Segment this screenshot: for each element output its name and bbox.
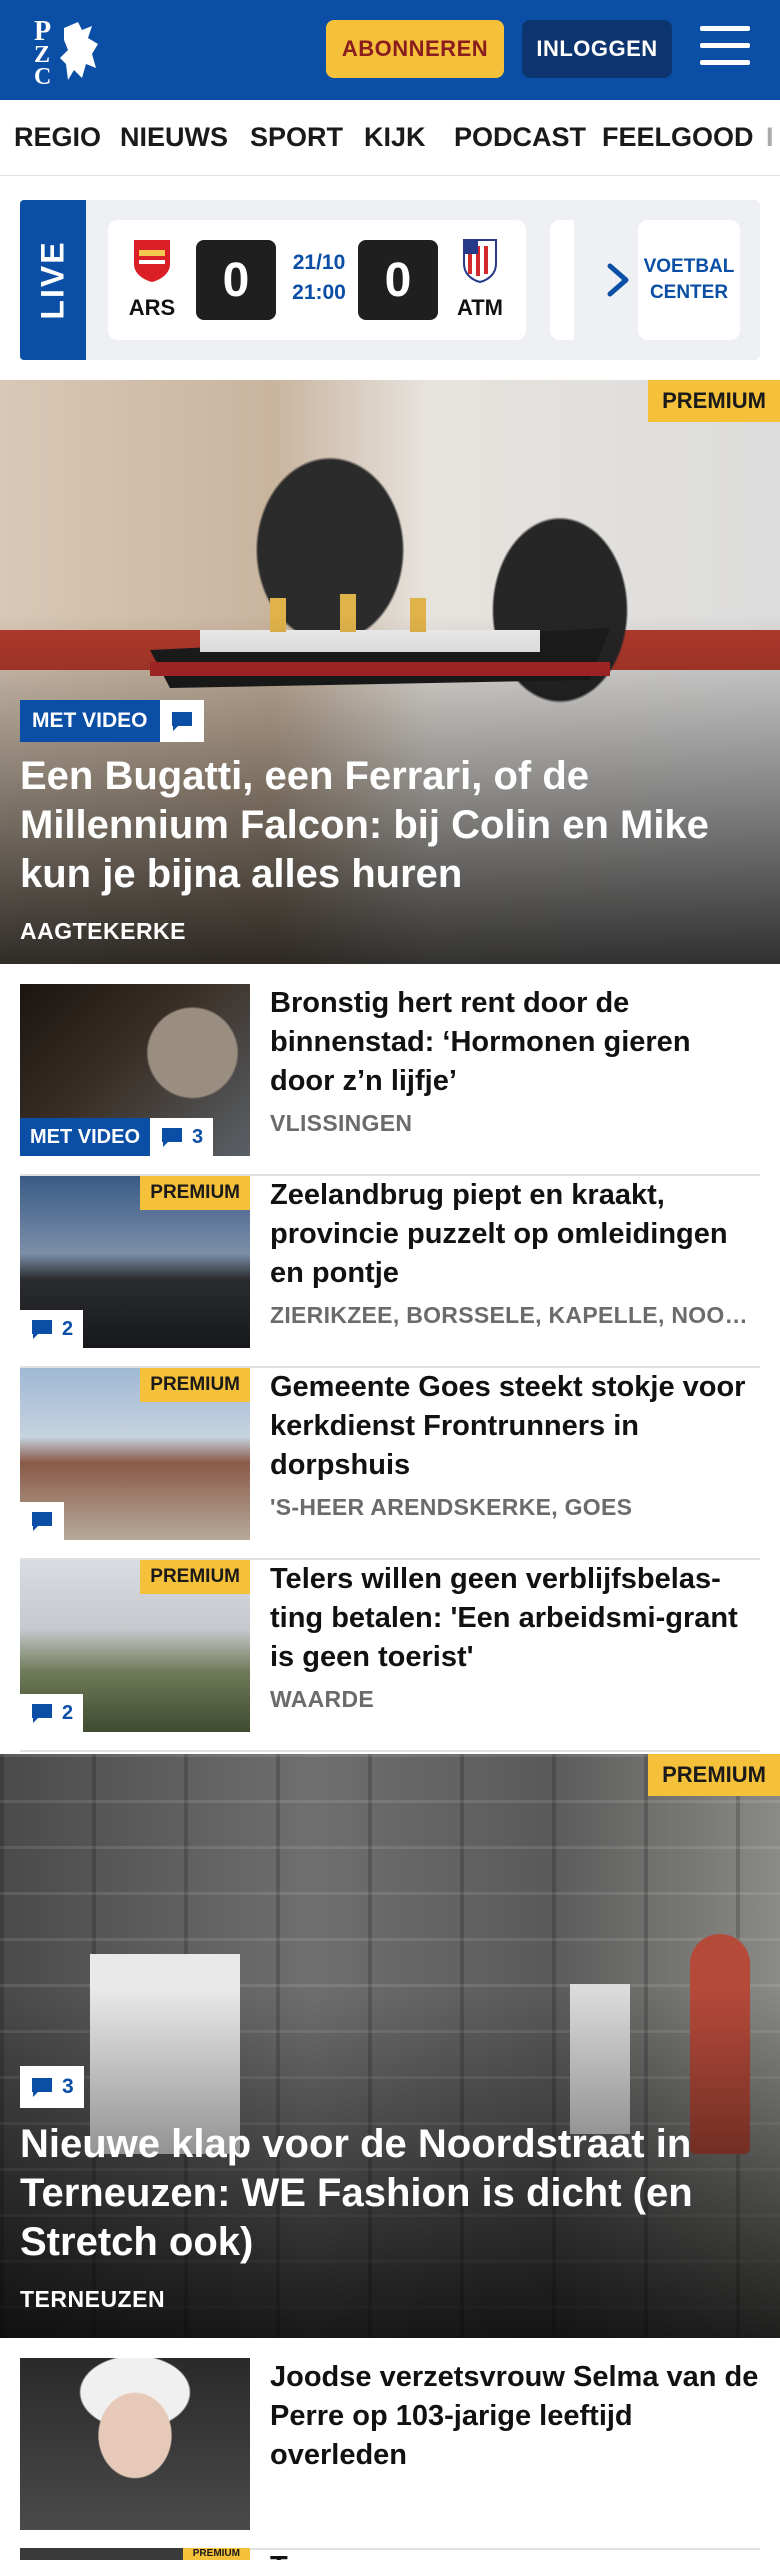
next-match-card[interactable] (550, 220, 574, 340)
article-thumbnail (20, 2358, 250, 2530)
list-item[interactable]: Joodse verzetsvrouw Selma van de Perre o… (20, 2358, 760, 2550)
hero-title[interactable]: Nieuwe klap voor de Noordstraat in Terne… (20, 2120, 760, 2267)
nav-item-nieuws[interactable]: NIEUWS (120, 122, 228, 153)
away-score: 0 (358, 240, 438, 320)
arsenal-crest-icon (134, 240, 170, 282)
main-nav: REGIO NIEUWS SPORT KIJK PODCAST FEELGOOD… (0, 100, 780, 176)
nav-item-feelgood[interactable]: FEELGOOD (602, 122, 754, 153)
comment-count: 3 (192, 1125, 204, 1148)
hero-badges: MET VIDEO (20, 700, 204, 742)
comment-icon (32, 1320, 52, 1339)
article-title[interactable]: Telers willen geen verblijfsbelas-ting b… (270, 1560, 760, 1677)
atletico-crest-icon (463, 239, 497, 284)
article-title[interactable]: Gemeente Goes steekt stokje voor kerkdie… (270, 1368, 760, 1485)
video-badge: MET VIDEO (20, 1118, 151, 1156)
video-badge: MET VIDEO (20, 700, 160, 742)
list-item[interactable]: PREMIUM T (20, 2548, 760, 2560)
match-time: 21:00 (292, 281, 346, 304)
subscribe-button[interactable]: ABONNEREN (326, 20, 504, 78)
hero-badges: 3 (20, 2066, 84, 2108)
comments-badge[interactable] (20, 1502, 64, 1540)
comment-icon (32, 2078, 52, 2097)
comment-icon (32, 1704, 52, 1723)
away-team-abbr: ATM (456, 295, 504, 320)
premium-badge: PREMIUM (648, 380, 780, 422)
article-location: WAARDE (270, 1686, 375, 1712)
comment-icon (162, 1128, 183, 1147)
comment-count: 2 (62, 1701, 74, 1724)
match-date: 21/10 (292, 251, 346, 274)
comment-count: 3 (62, 2075, 74, 2098)
comment-count: 2 (62, 1317, 74, 1340)
comments-badge[interactable]: 3 (150, 1118, 214, 1156)
article-location: 'S-HEER ARENDSKERKE, GOES (270, 1494, 633, 1520)
away-team: ATM (450, 236, 510, 321)
comments-badge[interactable]: 2 (20, 1694, 84, 1732)
voetbal-center-line2: CENTER (649, 282, 729, 303)
comment-icon (32, 1512, 52, 1531)
article-thumbnail: PREMIUM 2 (20, 1560, 250, 1732)
hero-title[interactable]: Een Bugatti, een Ferrari, of de Millenni… (20, 752, 760, 899)
article-location: ZIERIKZEE, BORSSELE, KAPELLE, NOORD-BEVE… (270, 1302, 760, 1328)
premium-badge: PREMIUM (140, 1176, 250, 1210)
home-team: ARS (122, 236, 182, 321)
comments-badge[interactable] (159, 700, 204, 742)
premium-badge: PREMIUM (140, 1368, 250, 1402)
hero-location: TERNEUZEN (20, 2286, 166, 2312)
article-thumbnail: MET VIDEO 3 (20, 984, 250, 1156)
home-score: 0 (196, 240, 276, 320)
list-item[interactable]: PREMIUM 2 Telers willen geen verblijfsbe… (20, 1560, 760, 1752)
pzc-logo[interactable]: P Z C (30, 14, 110, 86)
login-button[interactable]: INLOGGEN (522, 20, 672, 78)
voetbal-center-line1: VOETBAL (643, 256, 735, 277)
comment-icon (171, 712, 192, 731)
live-label: LIVE (20, 200, 86, 360)
hero-location: AAGTEKERKE (20, 918, 187, 944)
nav-item-podcast[interactable]: PODCAST (454, 122, 586, 153)
match-datetime: 21/10 21:00 (284, 248, 354, 308)
article-title[interactable]: Joodse verzetsvrouw Selma van de Perre o… (270, 2358, 760, 2475)
article-title[interactable]: Bronstig hert rent door de binnenstad: ‘… (270, 984, 760, 1101)
menu-icon[interactable] (700, 26, 750, 70)
list-item[interactable]: PREMIUM 2 Zeelandbrug piept en kraakt, p… (20, 1176, 760, 1368)
article-thumbnail: PREMIUM (20, 1368, 250, 1540)
live-scores: LIVE ARS 0 21/10 21:00 0 ATM VOETBAL CEN… (20, 200, 760, 360)
article-title[interactable]: T (270, 2548, 760, 2560)
nav-item-regio[interactable]: REGIO (14, 122, 101, 153)
article-location: VLISSINGEN (270, 1110, 413, 1136)
voetbal-center-link[interactable]: VOETBAL CENTER (638, 220, 740, 340)
nav-item-cut[interactable]: I (766, 122, 774, 153)
premium-badge: PREMIUM (140, 1560, 250, 1594)
article-thumbnail: PREMIUM (20, 2548, 250, 2560)
home-team-abbr: ARS (128, 295, 176, 320)
nav-item-kijk[interactable]: KIJK (364, 122, 426, 153)
hero-article-1[interactable]: PREMIUM MET VIDEO Een Bugatti, een Ferra… (0, 380, 780, 964)
logo-letter-c: C (34, 64, 51, 86)
premium-badge: PREMIUM (182, 2548, 250, 2560)
list-item[interactable]: MET VIDEO 3 Bronstig hert rent door de b… (20, 984, 760, 1176)
comments-badge[interactable]: 2 (20, 1310, 84, 1348)
nav-item-sport[interactable]: SPORT (250, 122, 343, 153)
comments-badge[interactable]: 3 (20, 2066, 84, 2108)
hero-article-2[interactable]: PREMIUM 3 Nieuwe klap voor de Noordstraa… (0, 1754, 780, 2338)
site-header: P Z C ABONNEREN INLOGGEN (0, 0, 780, 100)
article-title[interactable]: Zeelandbrug piept en kraakt, provincie p… (270, 1176, 760, 1293)
premium-badge: PREMIUM (648, 1754, 780, 1796)
chevron-right-icon[interactable] (598, 258, 638, 302)
article-thumbnail: PREMIUM 2 (20, 1176, 250, 1348)
list-item[interactable]: PREMIUM Gemeente Goes steekt stokje voor… (20, 1368, 760, 1560)
match-card[interactable]: ARS 0 21/10 21:00 0 ATM (108, 220, 526, 340)
